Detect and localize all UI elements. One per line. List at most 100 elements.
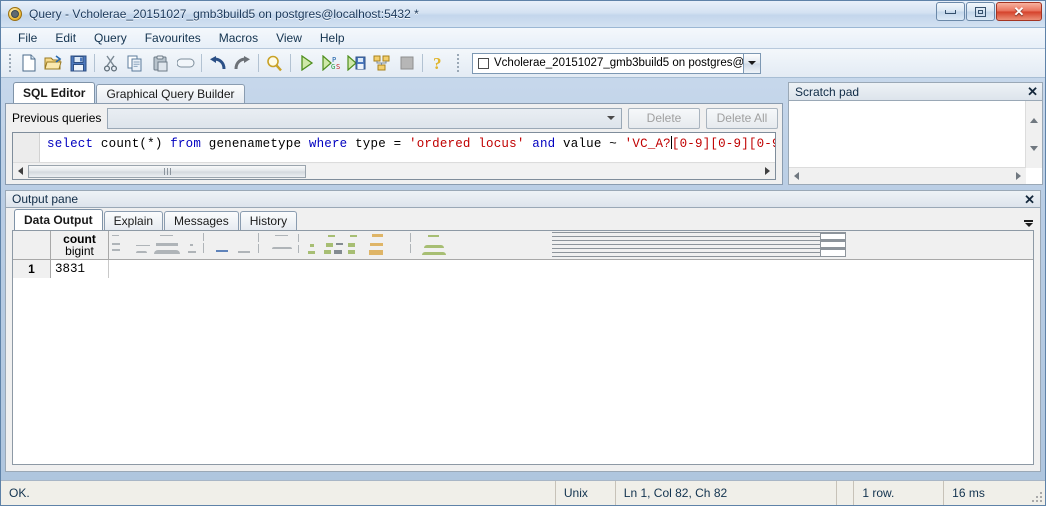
status-line-ending: Unix bbox=[556, 481, 616, 505]
scratch-pad-panel: Scratch pad ✕ bbox=[788, 82, 1043, 185]
window-resize-grip[interactable] bbox=[1029, 481, 1045, 505]
database-square-icon bbox=[478, 57, 489, 69]
tab-messages[interactable]: Messages bbox=[164, 211, 239, 230]
explain-query-button[interactable]: PGS bbox=[319, 51, 344, 75]
scroll-down-button[interactable] bbox=[1030, 146, 1038, 165]
toolbar-separator bbox=[258, 54, 259, 72]
execute-to-file-button[interactable] bbox=[344, 51, 369, 75]
close-icon[interactable]: ✕ bbox=[1024, 193, 1035, 206]
cell-count[interactable]: 3831 bbox=[51, 260, 109, 279]
previous-queries-combo[interactable] bbox=[107, 107, 622, 129]
scroll-thumb[interactable] bbox=[28, 164, 306, 178]
data-output-grid[interactable]: count bigint 1 3831 bbox=[12, 230, 1034, 465]
table-row[interactable]: 1 3831 bbox=[13, 260, 1033, 279]
connection-combo[interactable]: Vcholerae_20151027_gmb3build5 on postgre… bbox=[472, 52, 744, 74]
menu-item-edit[interactable]: Edit bbox=[46, 29, 85, 47]
sql-token: value ~ bbox=[555, 137, 625, 151]
menu-bar: File Edit Query Favourites Macros View H… bbox=[1, 28, 1045, 49]
scratch-pad-vertical-scrollbar[interactable] bbox=[1025, 101, 1042, 168]
connection-selector[interactable]: Vcholerae_20151027_gmb3build5 on postgre… bbox=[472, 52, 761, 74]
sql-query-text: select count(*) from genenametype where … bbox=[47, 136, 775, 151]
status-message: OK. bbox=[1, 481, 556, 505]
connection-value: Vcholerae_20151027_gmb3build5 on postgre… bbox=[494, 57, 743, 69]
menu-item-query[interactable]: Query bbox=[85, 29, 136, 47]
maximize-button[interactable] bbox=[966, 2, 995, 21]
new-query-button[interactable] bbox=[16, 51, 41, 75]
tab-history[interactable]: History bbox=[239, 211, 298, 230]
sql-editor-pane: SQL Editor Graphical Query Builder Previ… bbox=[5, 82, 783, 185]
editor-panel: Previous queries Delete Delete All selec… bbox=[5, 103, 783, 185]
sql-text-area[interactable]: select count(*) from genenametype where … bbox=[12, 132, 776, 180]
grid-bar-artifacts bbox=[552, 232, 846, 258]
scroll-left-button[interactable] bbox=[13, 164, 28, 179]
sql-token: [0-9][0-9][0-9][0-9]'; bbox=[671, 137, 775, 151]
tab-graphical-query-builder[interactable]: Graphical Query Builder bbox=[96, 84, 245, 103]
restore-icon bbox=[975, 6, 986, 17]
redo-button[interactable] bbox=[230, 51, 255, 75]
undo-button[interactable] bbox=[205, 51, 230, 75]
grid-corner-cell[interactable] bbox=[13, 231, 51, 259]
tab-explain[interactable]: Explain bbox=[103, 211, 164, 230]
menu-item-file[interactable]: File bbox=[9, 29, 46, 47]
editor-horizontal-scrollbar[interactable] bbox=[13, 162, 775, 179]
delete-all-button[interactable]: Delete All bbox=[706, 107, 778, 129]
chevron-down-icon bbox=[607, 116, 615, 120]
toolbar-grip[interactable] bbox=[6, 53, 13, 73]
tab-sql-editor[interactable]: SQL Editor bbox=[13, 82, 96, 103]
arrow-up-icon bbox=[1030, 104, 1038, 123]
svg-text:?: ? bbox=[433, 54, 442, 72]
toolbar-separator bbox=[422, 54, 423, 72]
grid-render-artifacts bbox=[110, 231, 1033, 258]
svg-text:S: S bbox=[336, 63, 340, 71]
close-button[interactable]: ✕ bbox=[996, 2, 1042, 21]
status-duration: 16 ms bbox=[952, 486, 985, 500]
window-controls: ✕ bbox=[936, 2, 1042, 21]
arrow-left-icon[interactable] bbox=[794, 172, 799, 180]
scroll-track[interactable] bbox=[28, 163, 760, 179]
paste-button[interactable] bbox=[148, 51, 173, 75]
status-bar: OK. Unix Ln 1, Col 82, Ch 82 1 row. 16 m… bbox=[1, 480, 1045, 505]
close-icon: ✕ bbox=[1013, 4, 1025, 19]
status-cursor-position: Ln 1, Col 82, Ch 82 bbox=[616, 481, 838, 505]
minimize-button[interactable] bbox=[936, 2, 965, 21]
menu-item-help[interactable]: Help bbox=[311, 29, 354, 47]
arrow-right-icon[interactable] bbox=[1016, 172, 1021, 180]
close-icon[interactable]: ✕ bbox=[1027, 85, 1038, 98]
window-title: Query - Vcholerae_20151027_gmb3build5 on… bbox=[29, 7, 419, 21]
delete-button[interactable]: Delete bbox=[628, 107, 700, 129]
open-file-button[interactable] bbox=[41, 51, 66, 75]
save-file-button[interactable] bbox=[66, 51, 91, 75]
tab-data-output[interactable]: Data Output bbox=[14, 209, 103, 230]
execute-query-button[interactable] bbox=[294, 51, 319, 75]
toolbar-separator bbox=[290, 54, 291, 72]
help-sql-button[interactable]: ? bbox=[426, 51, 451, 75]
copy-button[interactable] bbox=[123, 51, 148, 75]
cancel-query-button[interactable] bbox=[394, 51, 419, 75]
output-pane: Output pane ✕ Data Output Explain Messag… bbox=[5, 190, 1041, 472]
menu-item-view[interactable]: View bbox=[267, 29, 311, 47]
row-number[interactable]: 1 bbox=[13, 260, 51, 279]
arrow-right-icon bbox=[765, 167, 770, 175]
toolbar-grip-2[interactable] bbox=[454, 53, 461, 73]
menu-item-favourites[interactable]: Favourites bbox=[136, 29, 210, 47]
connection-dropdown-button[interactable] bbox=[744, 52, 761, 74]
previous-queries-row: Previous queries Delete Delete All bbox=[6, 104, 782, 130]
menu-item-macros[interactable]: Macros bbox=[210, 29, 267, 47]
sql-token: and bbox=[532, 137, 556, 151]
cut-button[interactable] bbox=[98, 51, 123, 75]
grid-column-header-count[interactable]: count bigint bbox=[51, 231, 109, 259]
scroll-right-button[interactable] bbox=[760, 164, 775, 179]
scroll-up-button[interactable] bbox=[1030, 104, 1038, 123]
scratch-pad-body bbox=[788, 100, 1043, 185]
title-bar: Query - Vcholerae_20151027_gmb3build5 on… bbox=[1, 1, 1045, 28]
explain-analyze-button[interactable] bbox=[369, 51, 394, 75]
arrow-left-icon bbox=[18, 167, 23, 175]
scratch-pad-horizontal-scrollbar[interactable] bbox=[789, 167, 1026, 184]
tab-list-dropdown-button[interactable] bbox=[1024, 220, 1033, 227]
toolbar-separator bbox=[201, 54, 202, 72]
app-icon bbox=[7, 6, 23, 22]
clear-window-button[interactable] bbox=[173, 51, 198, 75]
find-replace-button[interactable] bbox=[262, 51, 287, 75]
sql-token: genenametype bbox=[201, 137, 309, 151]
scratch-pad-textarea[interactable] bbox=[789, 101, 1026, 168]
